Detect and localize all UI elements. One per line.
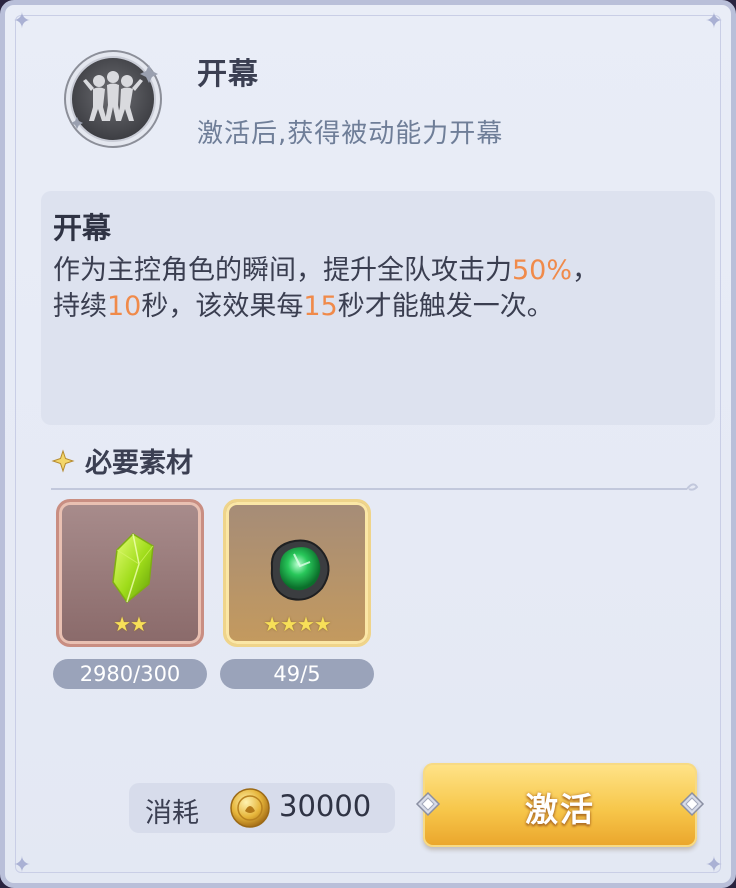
material-slot-1[interactable]: ★★ <box>56 499 204 647</box>
corner-sparkle-icon: ✦ <box>704 853 724 878</box>
emerald-ore-icon <box>270 539 330 601</box>
sparkle-icon <box>51 448 75 473</box>
skill-subtitle: 激活后,获得被动能力开幕 <box>197 119 504 149</box>
material-count-1: 2980/300 <box>53 659 207 689</box>
skill-activation-panel: ✦ ✦ ✦ ✦ 开幕 激活后,获得被动能力开幕 开幕 作为主控角色的瞬间，提升全… <box>0 0 736 888</box>
ornament-icon <box>679 791 705 817</box>
activate-button[interactable]: 激活 <box>415 763 705 847</box>
rarity-stars: ★★★★ <box>263 612 332 636</box>
material-slot-2[interactable]: ★★★★ <box>223 499 371 647</box>
ornament-icon <box>415 791 441 817</box>
materials-header: 必要素材 <box>51 441 193 480</box>
desc-line2-pre: 持续 <box>53 291 107 322</box>
desc-line2-post: 秒才能触发一次。 <box>337 291 554 322</box>
party-dance-icon <box>64 50 162 148</box>
desc-attack-bonus: 50% <box>512 255 573 286</box>
desc-line1-post: ， <box>572 255 600 286</box>
cost-value: 30000 <box>279 789 372 823</box>
rarity-stars: ★★ <box>113 612 148 636</box>
cost-label: 消耗 <box>145 798 199 829</box>
desc-line2-mid: 秒，该效果每 <box>141 291 304 322</box>
materials-title: 必要素材 <box>85 448 193 479</box>
section-divider <box>51 483 699 491</box>
corner-sparkle-icon: ✦ <box>12 853 32 878</box>
desc-line1-pre: 作为主控角色的瞬间，提升全队攻击力 <box>53 255 512 286</box>
material-count-2: 49/5 <box>220 659 374 689</box>
description-text: 作为主控角色的瞬间，提升全队攻击力50%， 持续10秒，该效果每15秒才能触发一… <box>53 253 703 325</box>
gold-coin-icon <box>230 788 270 828</box>
desc-cooldown: 15 <box>303 291 338 322</box>
corner-sparkle-icon: ✦ <box>704 9 724 34</box>
green-crystal-shard-icon <box>112 533 154 604</box>
corner-sparkle-icon: ✦ <box>12 9 32 34</box>
description-box: 开幕 作为主控角色的瞬间，提升全队攻击力50%， 持续10秒，该效果每15秒才能… <box>41 191 715 425</box>
skill-title: 开幕 <box>197 57 259 92</box>
cost-box: 消耗 30000 <box>129 783 395 833</box>
activate-button-label: 激活 <box>525 790 595 829</box>
activate-button-body: 激活 <box>423 763 697 847</box>
description-title: 开幕 <box>53 211 112 245</box>
desc-duration: 10 <box>107 291 142 322</box>
